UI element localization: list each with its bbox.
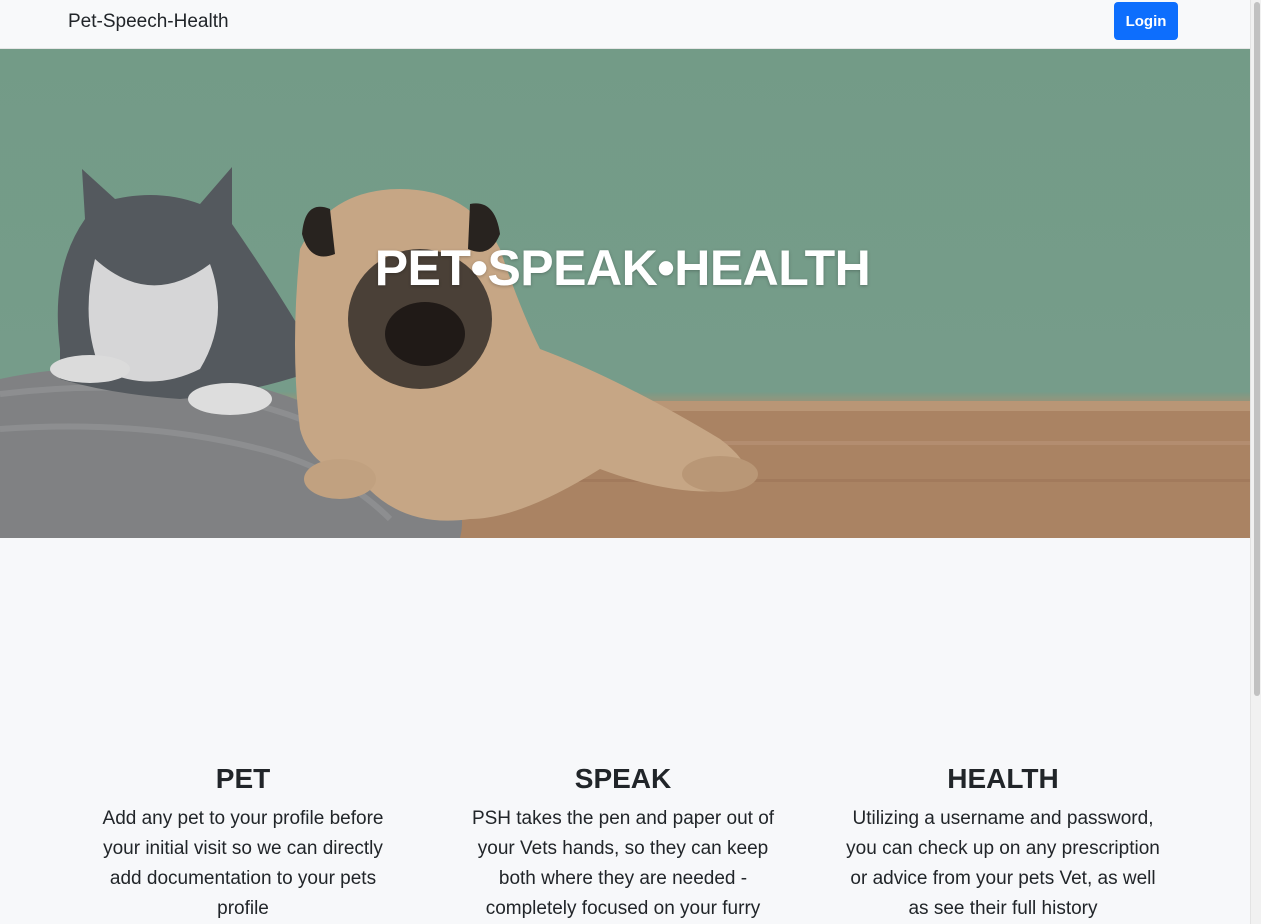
hero-title: PET•SPEAK•HEALTH [374, 240, 871, 296]
feature-pet: PET Add any pet to your profile before y… [78, 760, 408, 924]
feature-description: Add any pet to your profile before your … [102, 808, 384, 919]
brand-link[interactable]: Pet-Speech-Health [68, 11, 229, 33]
top-navbar: Pet-Speech-Health Login [0, 0, 1250, 49]
scrollbar-thumb[interactable] [1254, 2, 1260, 696]
feature-title: PET [215, 763, 271, 794]
feature-title: HEALTH [947, 763, 1059, 794]
hero-banner: PET•SPEAK•HEALTH [0, 49, 1250, 538]
login-button[interactable]: Login [1114, 2, 1178, 40]
vertical-scrollbar[interactable] [1250, 0, 1261, 924]
feature-description: PSH takes the pen and paper out of your … [471, 808, 775, 919]
feature-speak: SPEAK PSH takes the pen and paper out of… [458, 760, 788, 924]
feature-description: Utilizing a username and password, you c… [846, 808, 1160, 919]
feature-title: SPEAK [574, 763, 672, 794]
feature-health: HEALTH Utilizing a username and password… [838, 760, 1168, 924]
